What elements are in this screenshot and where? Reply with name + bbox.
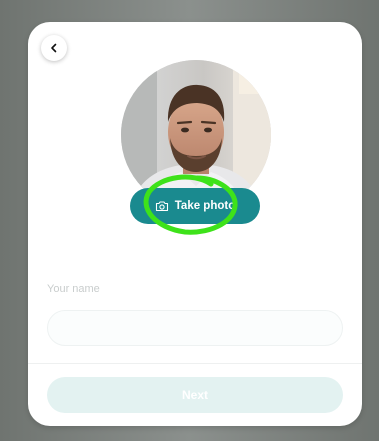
name-input[interactable] [47,310,343,346]
name-label: Your name [47,283,100,295]
profile-card: Take photo Your name Next [28,22,362,426]
divider [28,363,362,364]
next-button[interactable]: Next [47,377,343,413]
take-photo-label: Take photo [174,200,236,212]
camera-icon [155,200,169,212]
take-photo-button[interactable]: Take photo [130,188,260,224]
chevron-left-icon [49,43,59,53]
back-button[interactable] [41,35,67,61]
